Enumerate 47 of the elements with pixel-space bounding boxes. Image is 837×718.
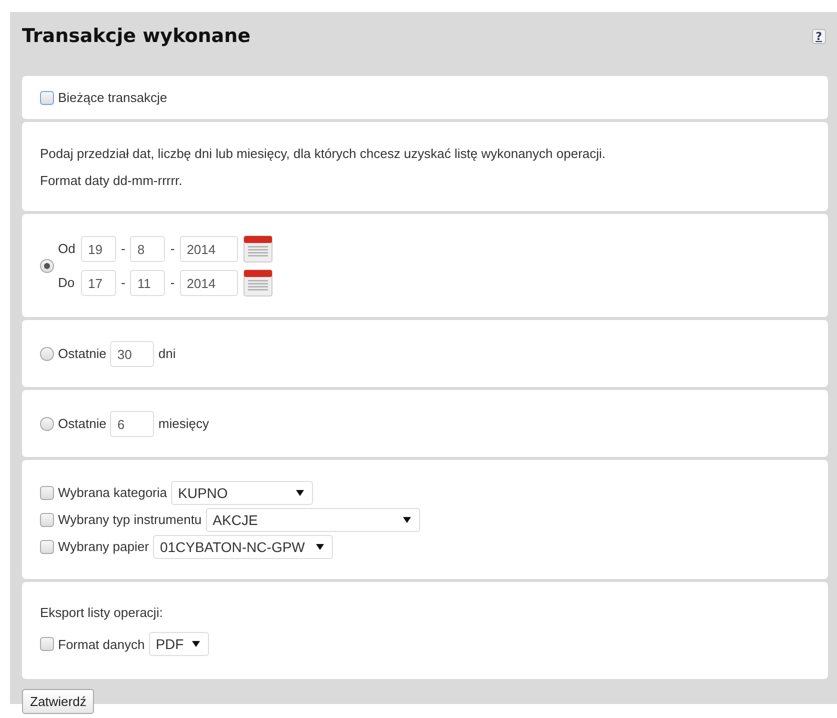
radio-button[interactable] <box>40 346 54 360</box>
filter-label: Wybrana kategoria <box>58 485 167 500</box>
calendar-icon[interactable] <box>242 268 273 298</box>
caret-icon <box>296 490 304 496</box>
radio-button[interactable] <box>40 258 54 272</box>
date-separator: - <box>170 275 175 290</box>
help-button[interactable]: ? <box>812 28 826 44</box>
filter-label: Wybrany papier <box>58 539 149 554</box>
dropdown[interactable]: 01CYBATON-NC-GPW <box>152 534 333 558</box>
unit-label: dni <box>158 346 176 361</box>
checkbox[interactable] <box>40 637 54 651</box>
caret-icon <box>402 516 411 522</box>
month-field[interactable]: 8 <box>130 236 166 262</box>
checkbox[interactable] <box>40 486 54 500</box>
date-label: Do <box>58 275 76 290</box>
checkbox[interactable] <box>40 512 54 526</box>
months-field[interactable]: 6 <box>110 410 154 436</box>
format-label: Format danych <box>58 636 145 652</box>
checkbox-label: Bieżące transakcje <box>58 90 168 105</box>
unit-label: miesięcy <box>158 416 209 431</box>
filter-label: Wybrany typ instrumentu <box>58 512 202 527</box>
dropdown[interactable]: AKCJE <box>206 508 420 532</box>
days-field[interactable]: 30 <box>110 340 154 366</box>
date-separator: - <box>121 275 126 290</box>
dropdown[interactable]: KUPNO <box>171 480 313 504</box>
checkbox[interactable] <box>40 90 54 104</box>
option-label: Ostatnie <box>58 346 106 361</box>
checkbox[interactable] <box>40 540 54 554</box>
day-field[interactable]: 19 <box>81 236 116 262</box>
caret-icon <box>192 641 200 647</box>
format-note: Format daty dd-mm-rrrrr. <box>40 172 182 188</box>
month-field[interactable]: 11 <box>130 270 166 296</box>
export-heading: Eksport listy operacji: <box>40 605 163 620</box>
year-field[interactable]: 2014 <box>180 236 238 262</box>
year-field[interactable]: 2014 <box>180 270 238 296</box>
page-title: Transakcje wykonane <box>22 25 251 47</box>
submit-button[interactable]: Zatwierdź <box>22 689 94 714</box>
dropdown[interactable]: PDF <box>148 632 209 656</box>
caret-icon <box>316 544 324 550</box>
calendar-icon[interactable] <box>242 234 273 264</box>
day-field[interactable]: 17 <box>81 270 116 296</box>
date-separator: - <box>170 241 175 256</box>
date-label: Od <box>58 241 76 256</box>
date-separator: - <box>121 241 126 256</box>
option-label: Ostatnie <box>58 416 106 431</box>
instruction-text: Podaj przedział dat, liczbę dni lub miesięcy, dla których chcesz uzyskać listę wykonanych operacji. <box>40 146 606 160</box>
radio-button[interactable] <box>40 416 54 430</box>
